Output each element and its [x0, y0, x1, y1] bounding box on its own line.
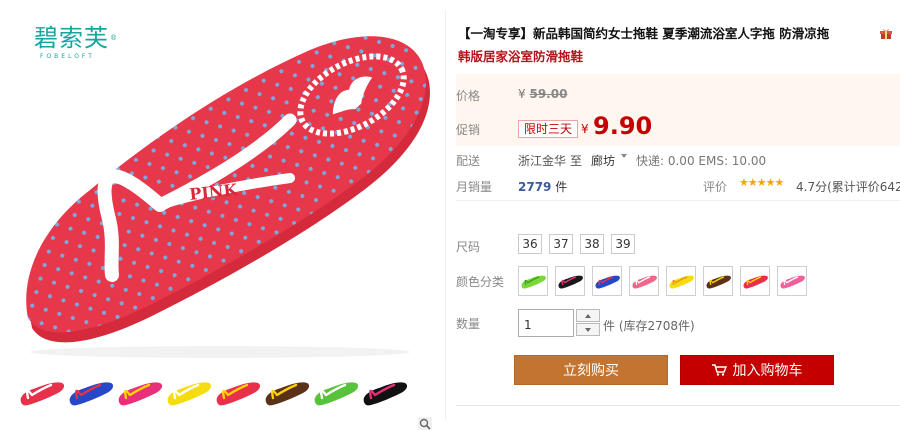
color-swatch-image [595, 275, 620, 289]
stock-text: 件 (库存2708件) [603, 319, 695, 333]
thumbnail-2[interactable] [67, 370, 115, 414]
color-option-2[interactable] [555, 266, 585, 296]
quantity-label: 数量 [456, 317, 481, 331]
color-option-5[interactable] [666, 266, 696, 296]
size-option-39[interactable]: 39 [611, 234, 635, 254]
color-option-3[interactable] [592, 266, 622, 296]
size-label: 尺码 [456, 240, 481, 254]
thumbnail-3[interactable] [116, 370, 164, 414]
product-gallery: PINK 碧索芙® FOBELOFT [0, 0, 440, 430]
add-to-cart-button[interactable]: 加入购物车 [680, 355, 834, 385]
size-option-36[interactable]: 36 [518, 234, 542, 254]
thumbnail-strip [18, 370, 418, 416]
original-price-currency: ¥ [518, 87, 526, 101]
add-to-cart-label: 加入购物车 [732, 363, 803, 379]
original-price: ¥ 59.00 [518, 87, 567, 101]
shipping-origin: 浙江金华 [518, 154, 567, 168]
zoom-icon[interactable] [418, 417, 432, 430]
quantity-increment-button[interactable] [576, 309, 600, 322]
color-swatch-image [743, 275, 768, 289]
shipping-fee: 快递: 0.00 EMS: 10.00 [636, 154, 767, 168]
shipping-to-word: 至 [570, 154, 583, 168]
color-swatch-image [780, 275, 805, 289]
sales-count: 2779 件 [518, 178, 567, 195]
brand-logo: 碧索芙® FOBELOFT [34, 24, 124, 64]
rating-stars-icon: ★★★★★ [739, 176, 784, 189]
rating-summary-link[interactable]: 4.7分(累计评价642) [796, 178, 900, 195]
product-info-panel: 【一淘专享】新品韩国简约女士拖鞋 夏季潮流浴室人字拖 防滑凉拖 韩版居家浴室防滑… [456, 0, 900, 430]
promo-price: 9.90 [593, 112, 653, 140]
color-option-4[interactable] [629, 266, 659, 296]
size-option-38[interactable]: 38 [580, 234, 604, 254]
thumbnail-5[interactable] [214, 370, 262, 414]
thumbnail-4[interactable] [165, 370, 213, 414]
original-price-value: 59.00 [529, 87, 568, 101]
section-divider [456, 200, 900, 201]
buy-now-button[interactable]: 立刻购买 [514, 355, 668, 385]
color-swatch-image [706, 275, 731, 289]
quantity-input[interactable]: 1 [518, 309, 574, 337]
arrow-down-icon [585, 328, 591, 332]
promo-currency: ¥ [581, 122, 589, 136]
price-box: 价格 ¥ 59.00 促销 限时三天 ¥ 9.90 [456, 74, 900, 146]
promo-badge: 限时三天 [518, 120, 579, 138]
brand-name-cn: 碧索芙 [34, 24, 109, 52]
thumbnail-1[interactable] [18, 370, 66, 414]
color-swatch-image [521, 275, 546, 289]
brand-name-en: FOBELOFT [40, 53, 95, 60]
thumbnail-7[interactable] [312, 370, 360, 414]
sales-count-value: 2779 [518, 180, 552, 194]
promo-label: 促销 [456, 123, 481, 137]
rating-label: 评价 [703, 180, 728, 194]
thumbnail-8[interactable] [361, 370, 409, 414]
cart-icon [711, 364, 727, 376]
arrow-up-icon [585, 314, 591, 318]
gift-icon[interactable] [880, 28, 892, 40]
shipping-destination-select[interactable]: 廊坊 [591, 152, 615, 169]
color-swatch-image [558, 275, 583, 289]
price-label: 价格 [456, 89, 481, 103]
quantity-decrement-button[interactable] [576, 323, 600, 336]
product-subtitle: 韩版居家浴室防滑拖鞋 [458, 49, 584, 64]
color-option-1[interactable] [518, 266, 548, 296]
size-option-37[interactable]: 37 [549, 234, 573, 254]
thumbnail-6[interactable] [263, 370, 311, 414]
color-label: 颜色分类 [456, 275, 505, 289]
color-swatch-image [669, 275, 694, 289]
color-swatch-image [632, 275, 657, 289]
panel-divider [445, 10, 446, 420]
color-option-6[interactable] [703, 266, 733, 296]
section-divider-bottom [456, 405, 900, 406]
product-title: 【一淘专享】新品韩国简约女士拖鞋 夏季潮流浴室人字拖 防滑凉拖 [458, 26, 830, 41]
shipping-label: 配送 [456, 154, 481, 168]
chevron-down-icon[interactable] [621, 154, 627, 158]
registered-mark: ® [110, 34, 118, 42]
sales-count-unit: 件 [555, 180, 568, 194]
color-option-8[interactable] [777, 266, 807, 296]
sales-label: 月销量 [456, 180, 493, 194]
color-option-7[interactable] [740, 266, 770, 296]
